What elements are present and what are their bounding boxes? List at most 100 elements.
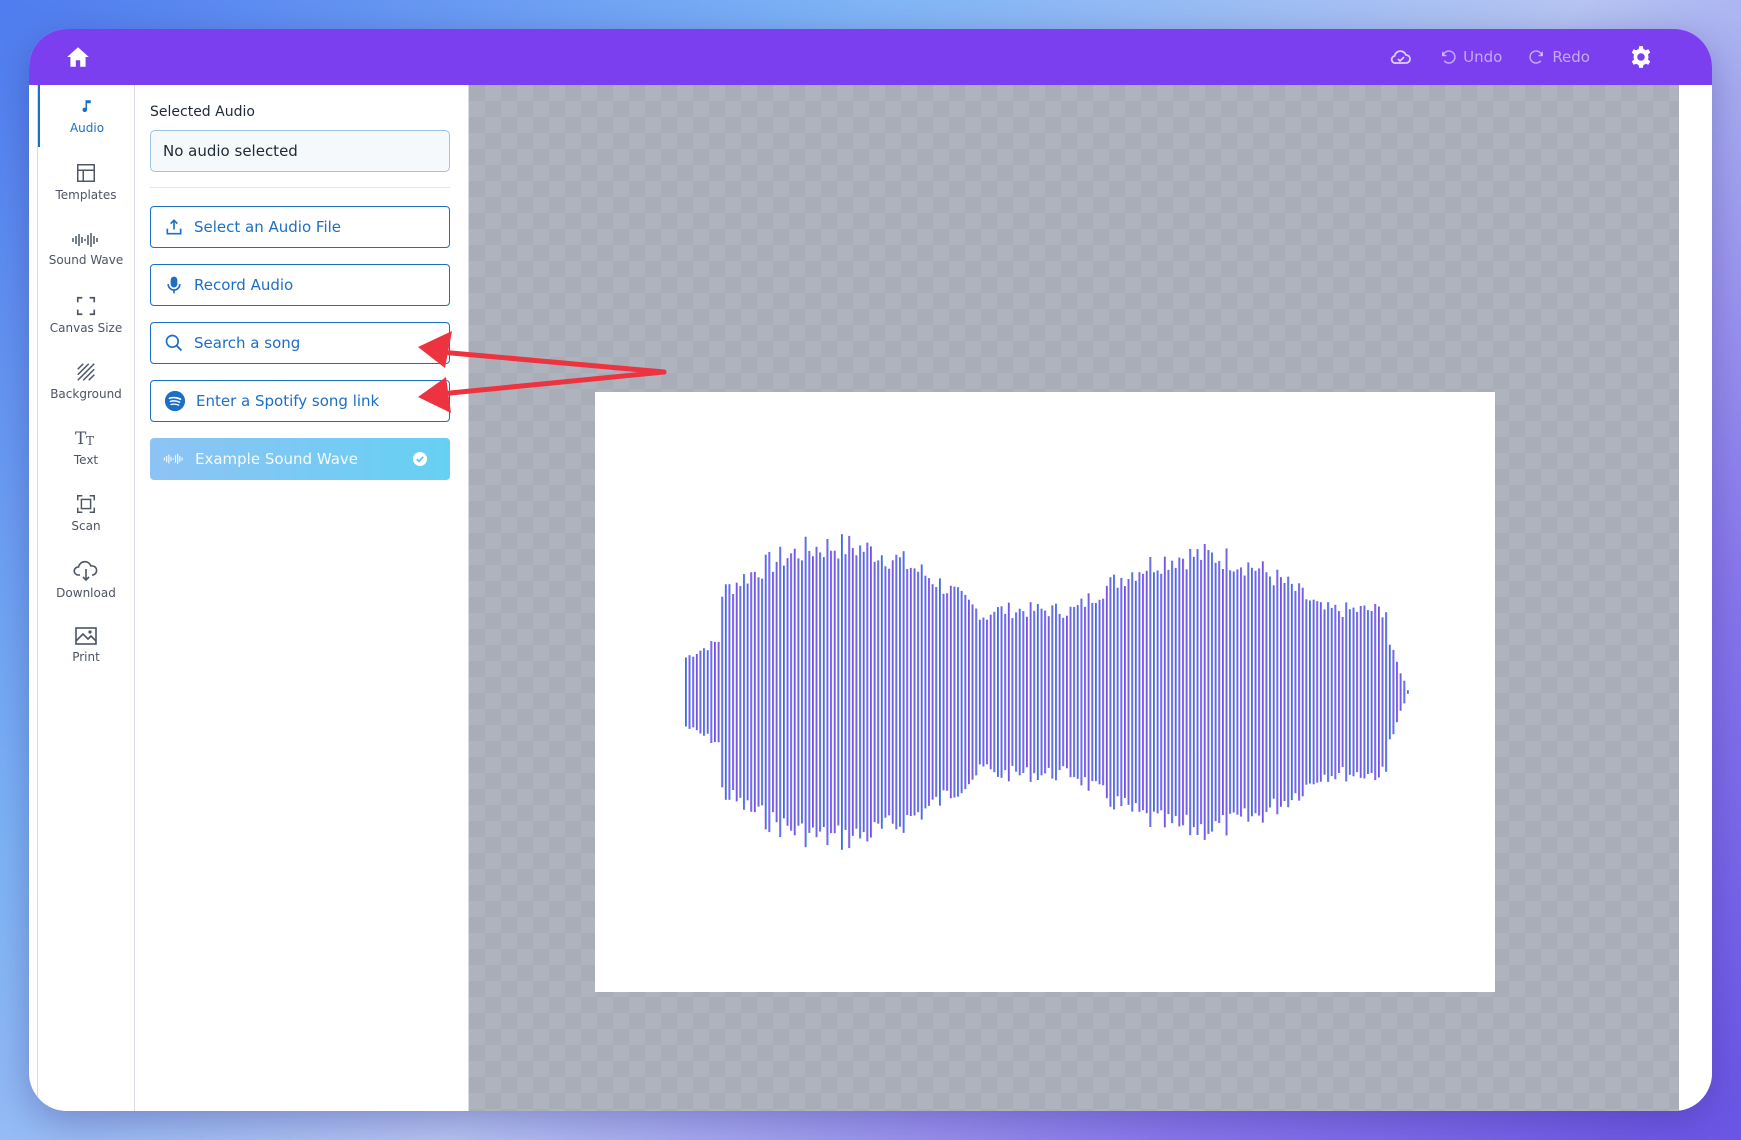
- select-audio-file-button[interactable]: Select an Audio File: [150, 206, 450, 248]
- waveform-bar: [1182, 558, 1185, 826]
- waveform-bar: [917, 571, 920, 813]
- waveform-bar: [993, 611, 996, 773]
- waveform-bar: [753, 571, 756, 813]
- sidebar-item-label: Templates: [55, 188, 117, 202]
- waveform-bar: [1131, 572, 1134, 812]
- waveform-bar: [812, 556, 814, 828]
- undo-button[interactable]: Undo: [1439, 48, 1502, 66]
- sidebar-item-canvas-size[interactable]: Canvas Size: [38, 284, 134, 346]
- waveform-bar: [873, 561, 876, 823]
- waveform-bar: [688, 655, 691, 729]
- waveform-bar: [884, 566, 887, 818]
- sidebar-item-download[interactable]: Download: [38, 548, 134, 610]
- waveform-bar: [1160, 573, 1163, 811]
- waveform-bar: [949, 585, 952, 799]
- gear-icon[interactable]: [1628, 44, 1654, 70]
- waveform-bar: [971, 604, 974, 780]
- waveform-bar: [1167, 569, 1170, 815]
- waveform-bar: [1109, 577, 1112, 807]
- waveform-bar: [779, 546, 782, 838]
- waveform-bar: [1251, 567, 1253, 817]
- waveform-bar: [1145, 570, 1148, 814]
- selected-audio-label: Selected Audio: [150, 104, 255, 120]
- cloud-saved-icon[interactable]: [1389, 45, 1413, 69]
- waveform-bar: [1272, 585, 1275, 799]
- waveform-bar: [735, 582, 738, 802]
- waveform-bar: [772, 571, 775, 813]
- waveform-bar: [942, 593, 945, 791]
- sidebar-item-text[interactable]: T T Text: [38, 416, 134, 478]
- sidebar-item-label: Print: [72, 650, 100, 664]
- waveform-bar: [1327, 602, 1330, 782]
- top-bar: Undo Redo: [29, 29, 1712, 85]
- waveform-bar: [1374, 603, 1377, 781]
- waveform-bar: [1225, 548, 1228, 836]
- waveform-bar: [935, 587, 938, 797]
- waveform-bar: [1399, 673, 1402, 711]
- home-icon[interactable]: [65, 44, 91, 70]
- waveform-bar: [1185, 569, 1188, 815]
- button-label: Enter a Spotify song link: [196, 392, 380, 410]
- record-audio-button[interactable]: Record Audio: [150, 264, 450, 306]
- waveform-bar: [1029, 602, 1032, 782]
- waveform-bar: [968, 599, 970, 785]
- waveform-bar: [1301, 587, 1304, 797]
- templates-icon: [77, 164, 95, 182]
- waveform-bar: [902, 551, 905, 833]
- waveform-bar: [768, 551, 771, 833]
- waveform-bar: [1018, 608, 1021, 776]
- search-icon: [165, 334, 183, 352]
- artboard[interactable]: [595, 392, 1495, 992]
- waveform-bar: [1156, 570, 1159, 814]
- waveform-bar: [1080, 598, 1083, 786]
- right-strip: [1679, 85, 1712, 1111]
- redo-label: Redo: [1552, 48, 1590, 66]
- waveform-bar: [982, 617, 985, 767]
- waveform-bar: [1095, 603, 1097, 782]
- canvas-size-icon: [76, 296, 96, 316]
- example-sound-wave-button[interactable]: Example Sound Wave: [150, 438, 450, 480]
- sound-wave-icon: [163, 453, 183, 465]
- waveform-bar: [1388, 644, 1391, 740]
- waveform-bar: [1378, 606, 1380, 778]
- sidebar-item-scan[interactable]: Scan: [38, 482, 134, 544]
- sidebar-item-templates[interactable]: Templates: [38, 151, 134, 213]
- waveform-bar: [1036, 604, 1039, 780]
- waveform-bar: [920, 564, 923, 820]
- sidebar-item-background[interactable]: Background: [38, 350, 134, 412]
- selected-audio-field[interactable]: No audio selected: [150, 130, 450, 172]
- waveform-bar: [1309, 600, 1311, 784]
- waveform-bar: [899, 557, 902, 827]
- waveform-bar: [1062, 617, 1065, 767]
- waveform-bar: [1022, 611, 1025, 773]
- redo-button[interactable]: Redo: [1528, 48, 1590, 66]
- waveform-bar: [841, 534, 843, 850]
- waveform-bar: [975, 608, 978, 776]
- sidebar-item-label: Scan: [71, 519, 101, 533]
- waveform-bar: [931, 584, 934, 800]
- waveform-bar: [1127, 579, 1130, 805]
- waveform-bar: [1007, 602, 1010, 782]
- waveform-bar: [703, 648, 706, 736]
- waveform-bar: [1283, 583, 1286, 801]
- undo-label: Undo: [1463, 48, 1503, 66]
- sidebar-item-sound-wave[interactable]: Sound Wave: [38, 218, 134, 280]
- upload-icon: [166, 219, 182, 235]
- search-song-button[interactable]: Search a song: [150, 322, 450, 364]
- download-icon: [73, 560, 98, 582]
- waveform-bar: [957, 587, 960, 797]
- waveform-bar: [1178, 557, 1181, 827]
- sidebar-item-print[interactable]: Print: [38, 614, 134, 676]
- waveform-bar: [826, 539, 829, 846]
- waveform-bar: [721, 596, 724, 788]
- sidebar-item-audio[interactable]: Audio: [38, 85, 134, 147]
- waveform-bar: [1084, 606, 1087, 778]
- waveform-bar: [859, 545, 862, 839]
- waveform-bar: [1105, 585, 1108, 799]
- waveform-bar: [1055, 603, 1058, 781]
- svg-text:T: T: [86, 434, 94, 448]
- waveform-bar: [695, 654, 698, 731]
- waveform-bar: [685, 657, 687, 727]
- spotify-link-button[interactable]: Enter a Spotify song link: [150, 380, 450, 422]
- waveform-bar: [1243, 575, 1246, 809]
